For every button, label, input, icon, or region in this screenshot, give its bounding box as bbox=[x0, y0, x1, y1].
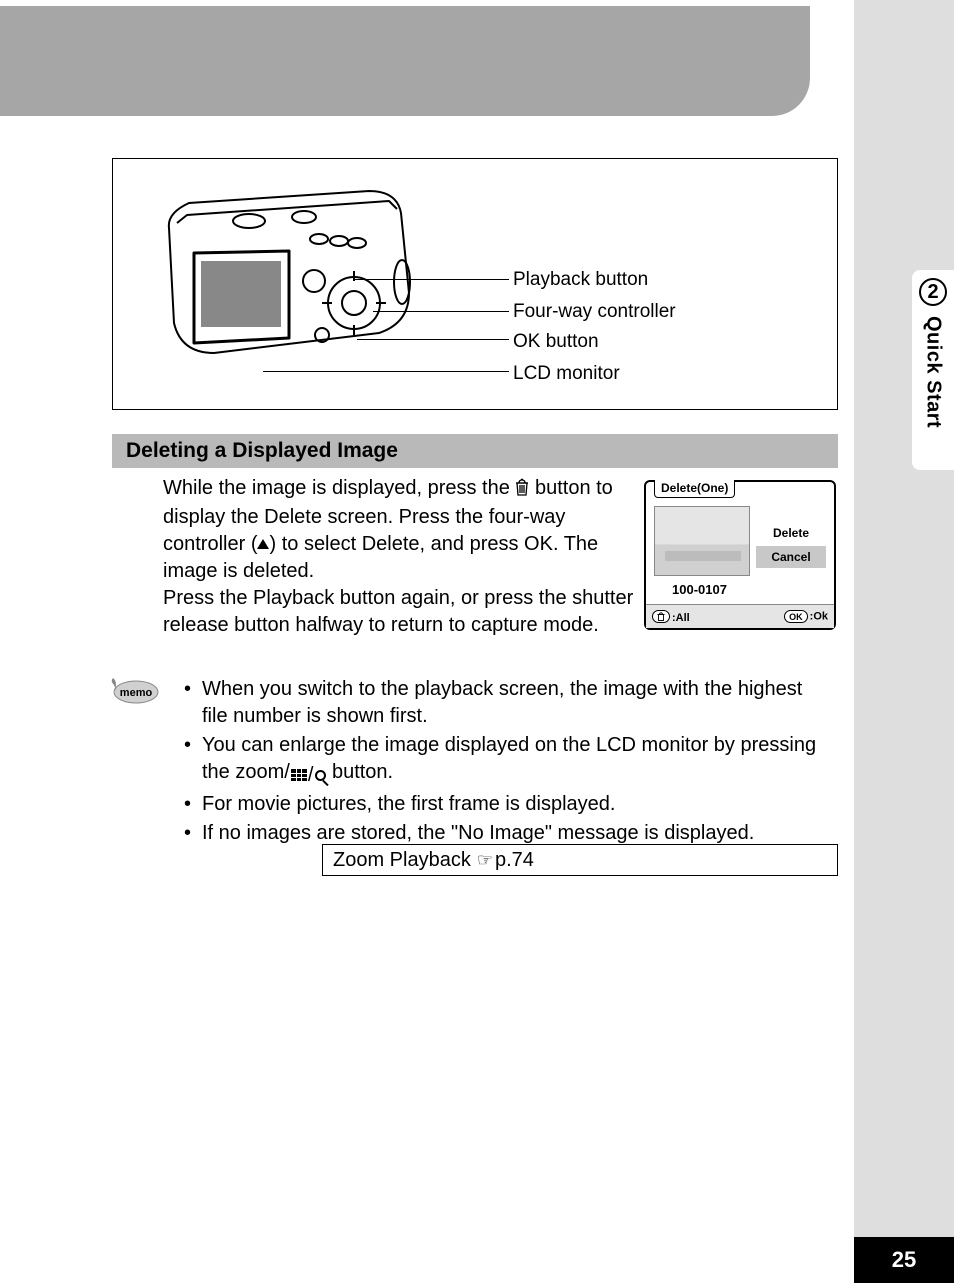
lead-line bbox=[373, 311, 509, 312]
delete-screen-illustration: Delete(One) Delete Cancel 100-0107 :All … bbox=[644, 480, 836, 630]
chapter-tab: 2 Quick Start bbox=[912, 270, 954, 470]
delete-screen-fileno: 100-0107 bbox=[672, 582, 727, 597]
top-header-block bbox=[0, 6, 810, 116]
para-text: While the image is displayed, press the bbox=[163, 477, 515, 499]
zoom-grid-magnifier-icon: / bbox=[290, 762, 327, 789]
footer-all-label: All bbox=[676, 612, 690, 624]
page-number: 25 bbox=[854, 1237, 954, 1283]
delete-option-delete: Delete bbox=[756, 522, 826, 544]
ok-pill-icon: OK bbox=[784, 610, 808, 623]
para-text: Press the Playback button again, or pres… bbox=[163, 587, 633, 636]
nine-grid-icon bbox=[291, 769, 307, 781]
diagram-label-fourway: Four-way controller bbox=[513, 301, 676, 323]
reference-box: Zoom Playback ☞ p.74 bbox=[322, 844, 838, 876]
memo-item: When you switch to the playback screen, … bbox=[184, 676, 832, 730]
diagram-label-ok: OK button bbox=[513, 331, 599, 353]
trash-icon bbox=[515, 477, 529, 504]
lead-line bbox=[357, 339, 509, 340]
side-column: 2 Quick Start 25 bbox=[854, 0, 954, 1283]
memo-item-text: button. bbox=[326, 761, 393, 783]
memo-icon: memo bbox=[110, 677, 160, 707]
magnifier-icon bbox=[315, 770, 326, 781]
chapter-number-badge: 2 bbox=[919, 278, 947, 306]
delete-screen-thumbnail bbox=[654, 506, 750, 576]
reference-page: p.74 bbox=[495, 849, 534, 872]
camera-illustration bbox=[139, 173, 439, 373]
memo-list: When you switch to the playback screen, … bbox=[184, 676, 832, 849]
lead-line bbox=[353, 279, 509, 280]
manual-page: 2 Quick Start 25 bbox=[0, 0, 954, 1283]
reference-text: Zoom Playback bbox=[333, 849, 471, 872]
delete-screen-title: Delete(One) bbox=[654, 480, 735, 498]
diagram-label-lcd: LCD monitor bbox=[513, 363, 620, 385]
footer-left: :All bbox=[652, 610, 690, 624]
trash-pill-icon bbox=[652, 610, 670, 623]
camera-diagram-box: Playback button Four-way controller OK b… bbox=[112, 158, 838, 410]
pointer-icon: ☞ bbox=[477, 850, 493, 871]
svg-text:memo: memo bbox=[120, 687, 153, 699]
footer-right: OK:Ok bbox=[784, 610, 828, 623]
delete-screen-footer: :All OK:Ok bbox=[646, 604, 834, 628]
memo-item: You can enlarge the image displayed on t… bbox=[184, 732, 832, 789]
memo-item: If no images are stored, the "No Image" … bbox=[184, 820, 832, 847]
section-heading: Deleting a Displayed Image bbox=[112, 434, 838, 468]
memo-item: For movie pictures, the first frame is d… bbox=[184, 791, 832, 818]
chapter-title: Quick Start bbox=[922, 316, 945, 428]
up-triangle-icon bbox=[257, 539, 269, 549]
diagram-label-playback: Playback button bbox=[513, 269, 648, 291]
delete-option-cancel: Cancel bbox=[756, 546, 826, 568]
body-paragraph: While the image is displayed, press the … bbox=[163, 475, 635, 639]
footer-ok-label: Ok bbox=[813, 611, 828, 623]
lead-line bbox=[263, 371, 509, 372]
